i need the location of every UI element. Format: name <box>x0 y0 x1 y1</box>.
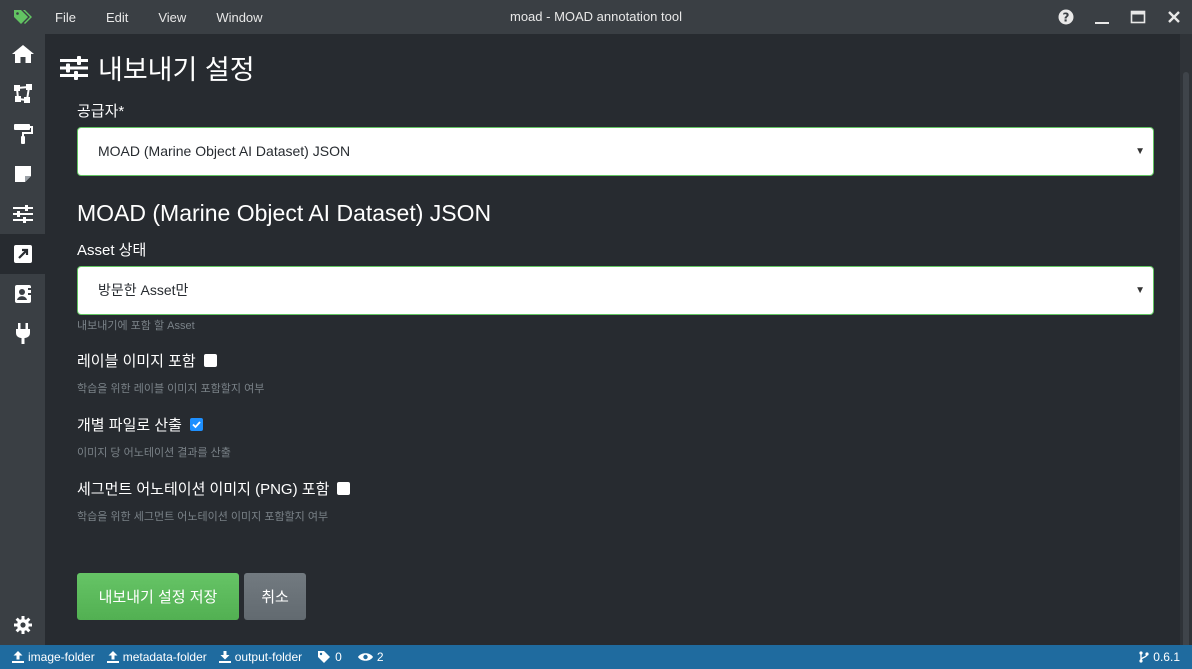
check-icon <box>192 421 201 429</box>
scrollbar[interactable] <box>1180 34 1192 669</box>
include-label-images-help: 학습을 위한 레이블 이미지 포함할지 여부 <box>77 383 265 395</box>
output-connection[interactable]: output-folder <box>218 650 303 664</box>
menu-edit[interactable]: Edit <box>106 10 128 25</box>
page-title: 내보내기 설정 <box>60 48 255 87</box>
output-connection-label: output-folder <box>234 650 303 664</box>
menu-bar: File Edit View Window <box>45 10 283 25</box>
maximize-icon[interactable] <box>1120 0 1156 34</box>
provider-section-title: MOAD (Marine Object AI Dataset) JSON <box>77 200 492 226</box>
asset-state-help: 내보내기에 포함 할 Asset <box>77 320 195 332</box>
scrollbar-thumb[interactable] <box>1183 72 1189 669</box>
upload-icon <box>12 651 24 663</box>
tags-count: 0 <box>318 650 342 664</box>
tag-icon <box>0 0 45 34</box>
app-version: 0.6.1 <box>1139 650 1180 664</box>
gear-icon[interactable] <box>0 605 45 645</box>
sidebar <box>0 34 45 645</box>
id-card-icon[interactable] <box>0 274 45 314</box>
vector-square-icon[interactable] <box>0 74 45 114</box>
title-bar: File Edit View Window moad - MOAD annota… <box>0 0 1192 34</box>
svg-text:?: ? <box>1063 11 1070 25</box>
include-segment-images-row: 세그먼트 어노테이션 이미지 (PNG) 포함 <box>77 478 351 499</box>
home-icon[interactable] <box>0 34 45 74</box>
menu-file[interactable]: File <box>55 10 76 25</box>
menu-view[interactable]: View <box>158 10 186 25</box>
question-circle-icon[interactable]: ? <box>1048 0 1084 34</box>
tag-icon <box>318 651 331 663</box>
window-controls: ? <box>1048 0 1192 34</box>
download-icon <box>218 651 231 663</box>
provider-select[interactable]: MOAD (Marine Object AI Dataset) JSON ▼ <box>77 127 1154 176</box>
paint-roller-icon[interactable] <box>0 114 45 154</box>
chevron-down-icon: ▼ <box>1135 146 1145 157</box>
upload-icon <box>106 651 119 663</box>
provider-label: 공급자* <box>77 103 125 120</box>
status-bar: image-folder metadata-folder output-fold… <box>0 645 1192 669</box>
asset-state-select[interactable]: 방문한 Asset만 ▼ <box>77 266 1154 315</box>
save-export-settings-button[interactable]: 내보내기 설정 저장 <box>77 573 239 620</box>
separate-files-label: 개별 파일로 산출 <box>77 417 182 434</box>
asset-state-label: Asset 상태 <box>77 242 147 259</box>
visited-count-value: 2 <box>376 650 384 664</box>
metadata-connection-label: metadata-folder <box>122 650 207 664</box>
plug-icon[interactable] <box>0 314 45 354</box>
include-segment-images-help: 학습을 위한 세그먼트 어노테이션 이미지 포함할지 여부 <box>77 511 329 523</box>
source-connection-label: image-folder <box>28 650 95 664</box>
app-version-value: 0.6.1 <box>1153 650 1180 664</box>
separate-files-checkbox[interactable] <box>189 418 203 431</box>
export-settings-page: 내보내기 설정 공급자* MOAD (Marine Object AI Data… <box>45 34 1180 645</box>
minimize-icon[interactable] <box>1084 0 1120 34</box>
metadata-connection[interactable]: metadata-folder <box>106 650 207 664</box>
provider-select-value: MOAD (Marine Object AI Dataset) JSON <box>98 143 351 159</box>
page-title-text: 내보내기 설정 <box>98 55 255 85</box>
include-label-images-checkbox[interactable] <box>203 354 217 367</box>
sticky-note-icon[interactable] <box>0 154 45 194</box>
visited-count: 2 <box>357 650 384 664</box>
include-segment-images-label: 세그먼트 어노테이션 이미지 (PNG) 포함 <box>77 481 330 498</box>
cancel-button[interactable]: 취소 <box>244 573 306 620</box>
close-icon[interactable] <box>1156 0 1192 34</box>
sliders-icon[interactable] <box>0 194 45 234</box>
code-branch-icon <box>1139 651 1149 663</box>
sliders-icon <box>60 55 88 80</box>
source-connection[interactable]: image-folder <box>12 650 95 664</box>
include-segment-images-checkbox[interactable] <box>337 482 351 495</box>
include-label-images-label: 레이블 이미지 포함 <box>77 353 196 370</box>
separate-files-help: 이미지 당 어노테이션 결과를 산출 <box>77 447 231 459</box>
external-link-icon[interactable] <box>0 234 45 274</box>
menu-window[interactable]: Window <box>216 10 262 25</box>
include-label-images-row: 레이블 이미지 포함 <box>77 350 217 371</box>
tags-count-value: 0 <box>335 650 342 664</box>
eye-icon <box>357 653 373 661</box>
asset-state-select-value: 방문한 Asset만 <box>98 282 189 298</box>
chevron-down-icon: ▼ <box>1135 285 1145 296</box>
separate-files-row: 개별 파일로 산출 <box>77 414 203 435</box>
